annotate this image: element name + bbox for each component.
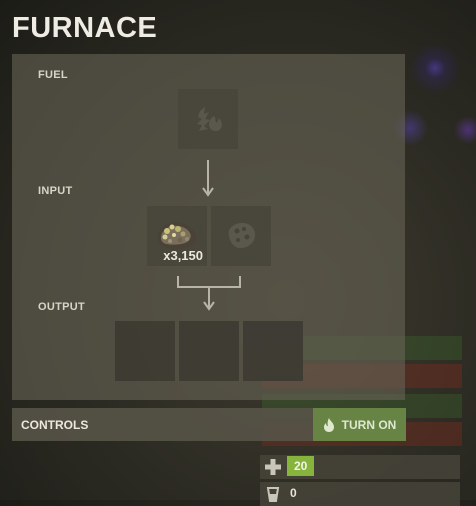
health-stat: 20: [260, 455, 460, 479]
turn-on-button[interactable]: TURN ON: [313, 408, 406, 441]
output-slot-1[interactable]: [115, 321, 175, 381]
controls-label: CONTROLS: [21, 418, 89, 432]
water-value: 0: [290, 486, 297, 500]
fuel-slot[interactable]: [178, 89, 238, 149]
water-stat: 0: [260, 482, 460, 506]
turn-on-label: TURN ON: [341, 417, 397, 432]
output-label: OUTPUT: [38, 301, 86, 313]
page-title: FURNACE: [12, 12, 158, 44]
fuel-label: FUEL: [38, 69, 68, 81]
fuel-to-input-arrow: [202, 160, 214, 197]
output-slot-2[interactable]: [179, 321, 239, 381]
health-cross-icon: [265, 459, 281, 475]
input-to-output-arrow: [177, 276, 241, 311]
health-value: 20: [287, 456, 315, 476]
item-count: x3,150: [163, 248, 203, 263]
input-slot-2[interactable]: [211, 206, 271, 266]
input-label: INPUT: [38, 185, 73, 197]
input-slot-1[interactable]: x3,150: [147, 206, 207, 266]
flame-icon: [323, 417, 334, 432]
ore-placeholder-icon: [228, 222, 256, 249]
furnace-panel: FUEL INPUT x3,150 OUTPUT: [12, 54, 405, 400]
output-slot-3[interactable]: [243, 321, 303, 381]
controls-bar: CONTROLS TURN ON: [12, 408, 406, 441]
wood-fuel-icon: [197, 107, 222, 131]
